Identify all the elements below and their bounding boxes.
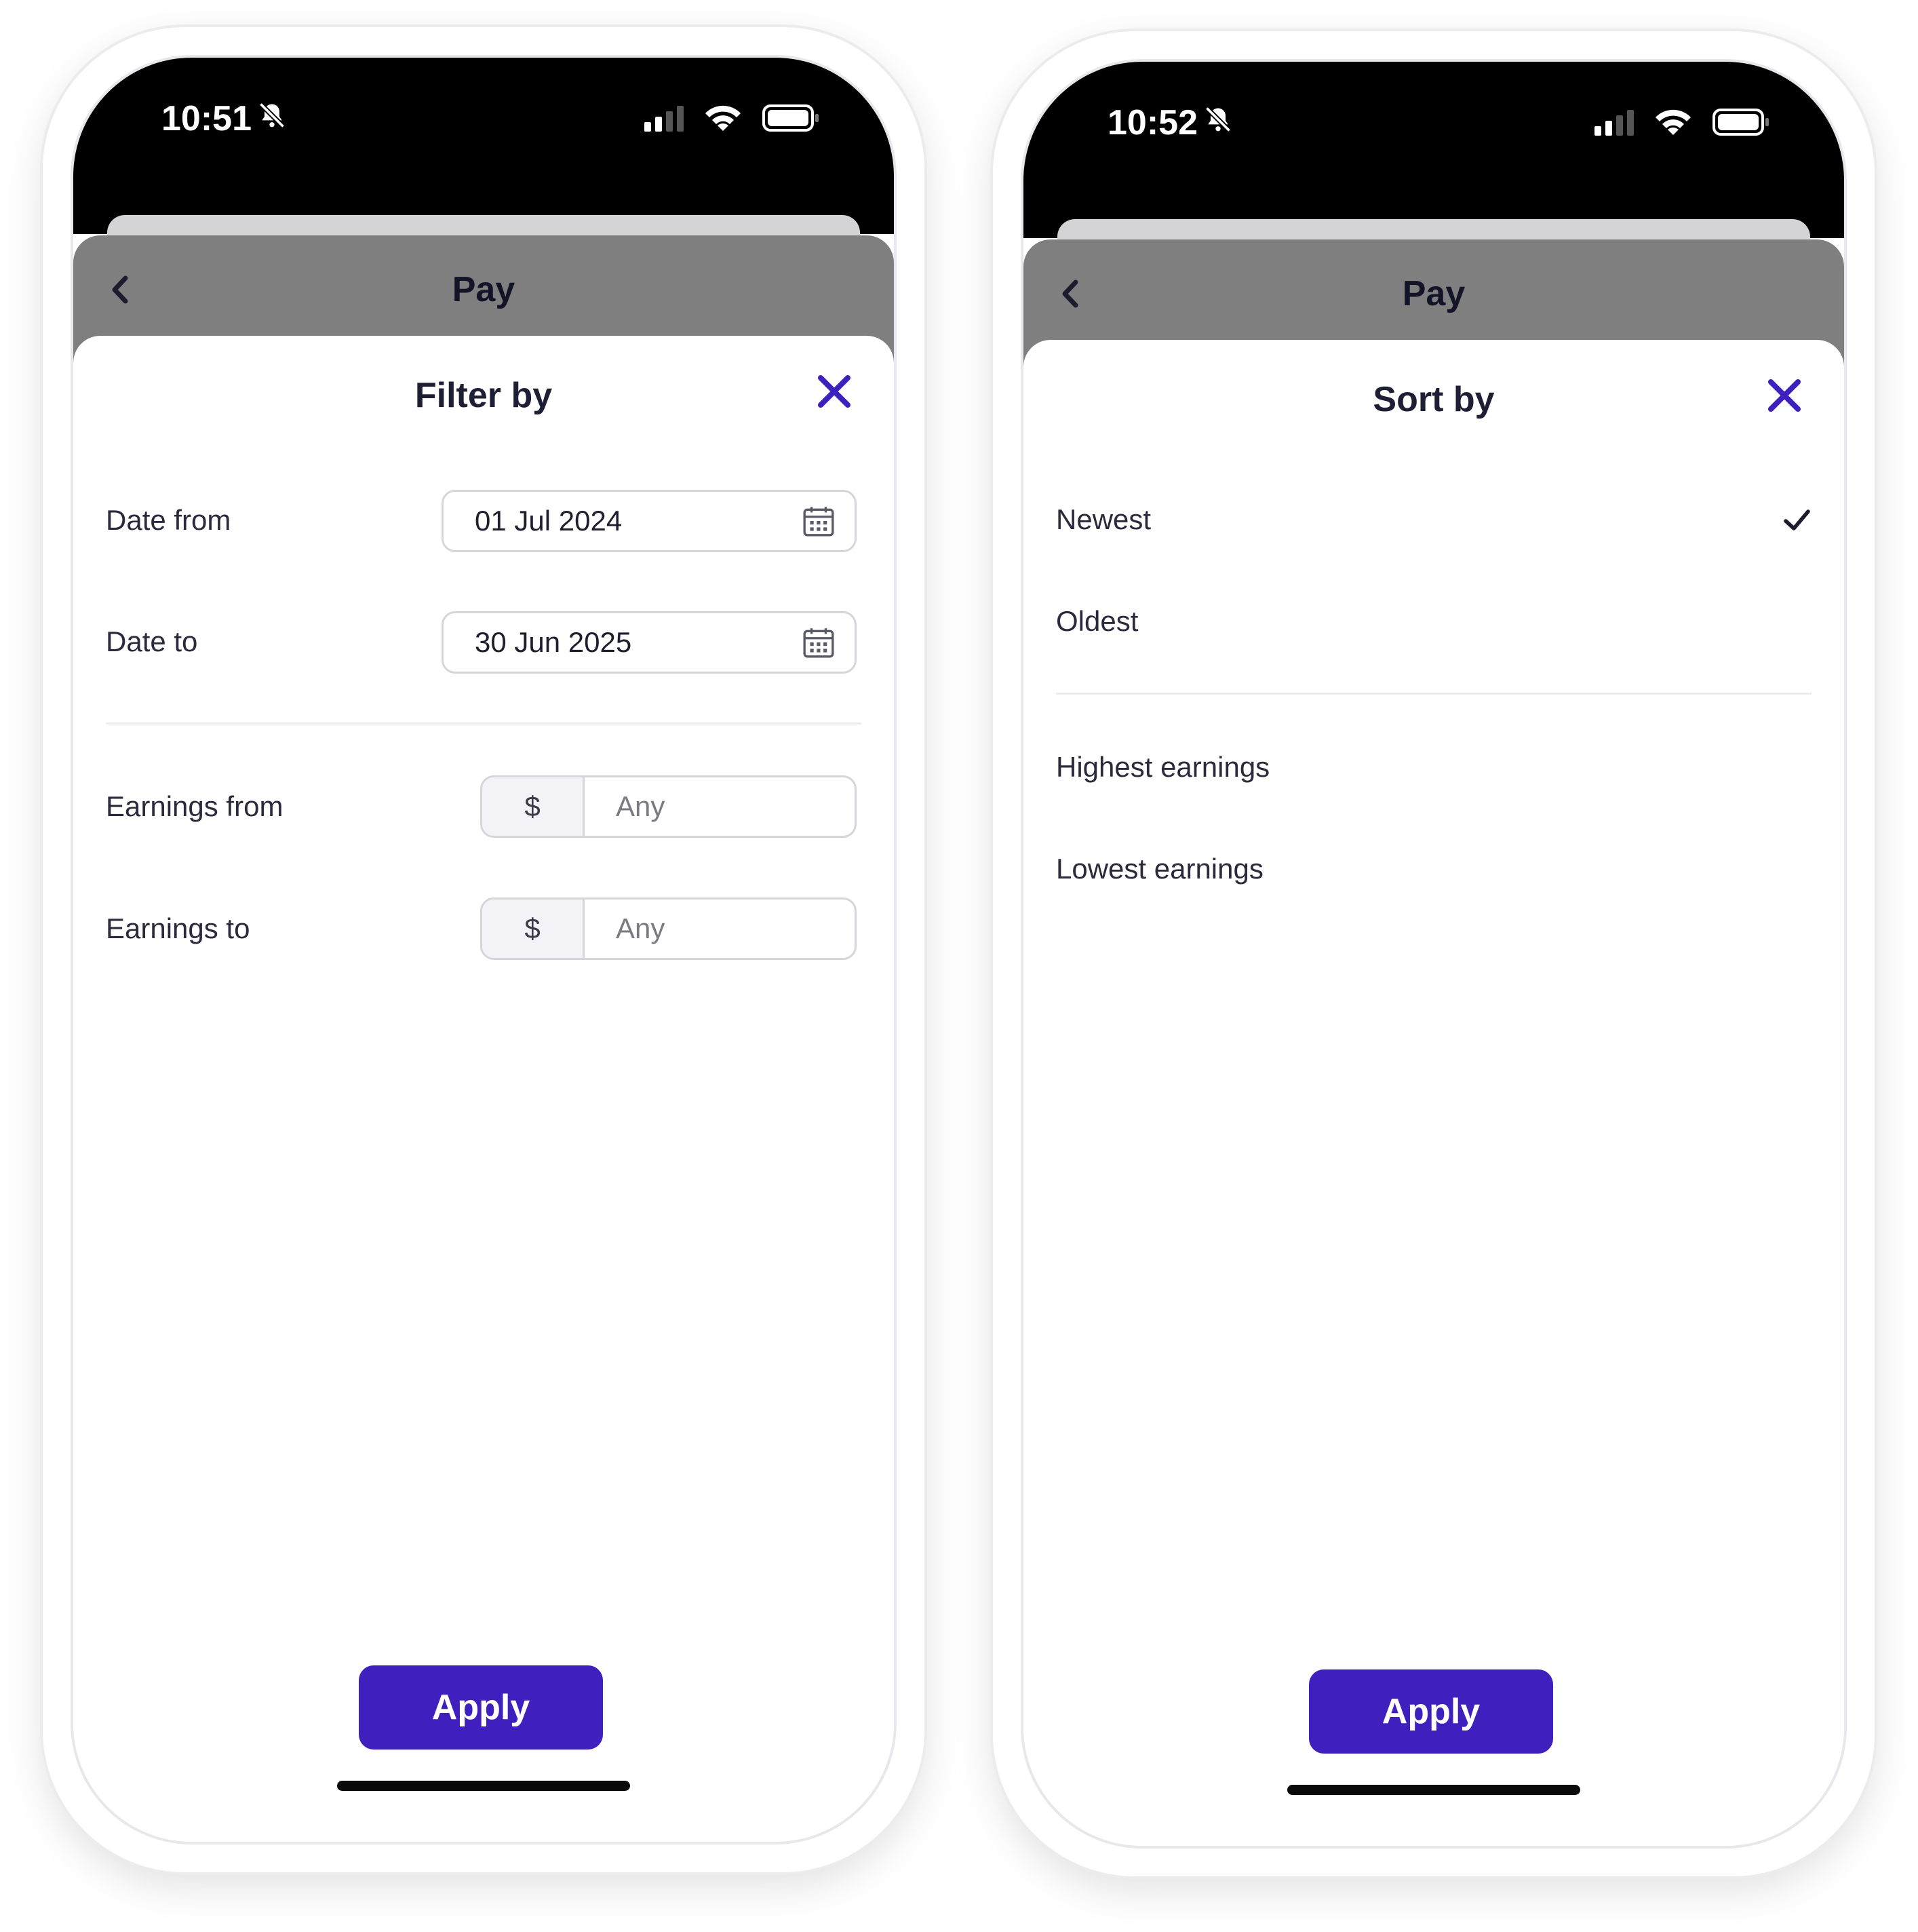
- modal-title: Sort by: [1373, 380, 1495, 419]
- modal-title: Filter by: [414, 376, 553, 415]
- date-from-label: Date from: [106, 504, 231, 536]
- close-icon: [818, 375, 850, 408]
- earnings-to-field[interactable]: $ Any: [480, 897, 857, 960]
- status-time: 10:51: [161, 98, 287, 139]
- sort-option-label: Newest: [1056, 503, 1152, 535]
- home-indicator[interactable]: [337, 1781, 630, 1791]
- date-to-field[interactable]: 30 Jun 2025: [442, 611, 857, 674]
- earnings-to-label: Earnings to: [106, 912, 250, 944]
- sort-option-oldest[interactable]: Oldest: [1056, 591, 1812, 652]
- filter-modal: Filter by Date from 01 Jul 2024 Date to …: [73, 336, 894, 1842]
- sort-option-highest-earnings[interactable]: Highest earnings: [1056, 737, 1812, 798]
- date-from-value: 01 Jul 2024: [475, 505, 623, 537]
- wifi-icon: [1654, 108, 1692, 140]
- checkmark-icon: [1784, 509, 1810, 530]
- status-bar: 10:51: [73, 58, 894, 234]
- sort-option-lowest-earnings[interactable]: Lowest earnings: [1056, 838, 1812, 900]
- screen-sort: 10:52 Pay Sort by Newest Oldest Highest …: [1023, 62, 1844, 1846]
- apply-button[interactable]: Apply: [1309, 1669, 1553, 1754]
- time-text: 10:51: [161, 99, 252, 138]
- earnings-from-placeholder[interactable]: Any: [585, 777, 855, 836]
- status-time: 10:52: [1108, 102, 1233, 143]
- section-divider: [106, 722, 861, 724]
- bell-slash-icon: [257, 98, 287, 139]
- page-title: Pay: [452, 270, 515, 309]
- sort-option-label: Highest earnings: [1056, 751, 1270, 783]
- close-button[interactable]: [1764, 375, 1805, 416]
- close-button[interactable]: [814, 371, 855, 412]
- currency-prefix: $: [482, 777, 585, 836]
- home-indicator[interactable]: [1287, 1785, 1580, 1795]
- cellular-signal-icon: [643, 104, 684, 135]
- sort-option-label: Lowest earnings: [1056, 853, 1264, 885]
- status-icons: [1593, 108, 1769, 140]
- time-text: 10:52: [1108, 103, 1198, 142]
- status-icons: [643, 104, 819, 136]
- status-bar: 10:52: [1023, 62, 1844, 238]
- date-to-label: Date to: [106, 625, 198, 657]
- currency-prefix: $: [482, 900, 585, 958]
- bell-slash-icon: [1203, 102, 1233, 143]
- section-divider: [1056, 693, 1812, 695]
- sort-modal: Sort by Newest Oldest Highest earnings L…: [1023, 340, 1844, 1846]
- battery-icon: [762, 104, 819, 135]
- apply-button[interactable]: Apply: [359, 1665, 603, 1750]
- earnings-from-label: Earnings from: [106, 790, 283, 822]
- wifi-icon: [704, 104, 742, 136]
- calendar-icon: [803, 628, 834, 658]
- sort-option-newest[interactable]: Newest: [1056, 489, 1812, 550]
- phone-frame-filter: 10:51 Pay Filter by Date from 01 Jul 202…: [43, 27, 924, 1872]
- screen-filter: 10:51 Pay Filter by Date from 01 Jul 202…: [73, 58, 894, 1842]
- earnings-from-field[interactable]: $ Any: [480, 775, 857, 838]
- earnings-to-placeholder[interactable]: Any: [585, 900, 855, 958]
- date-to-value: 30 Jun 2025: [475, 626, 632, 658]
- battery-icon: [1713, 109, 1769, 139]
- date-from-field[interactable]: 01 Jul 2024: [442, 490, 857, 552]
- close-icon: [1768, 379, 1801, 412]
- page-title: Pay: [1402, 274, 1466, 313]
- calendar-icon: [803, 507, 834, 537]
- sort-option-label: Oldest: [1056, 605, 1139, 637]
- cellular-signal-icon: [1593, 109, 1634, 139]
- phone-frame-sort: 10:52 Pay Sort by Newest Oldest Highest …: [993, 31, 1875, 1876]
